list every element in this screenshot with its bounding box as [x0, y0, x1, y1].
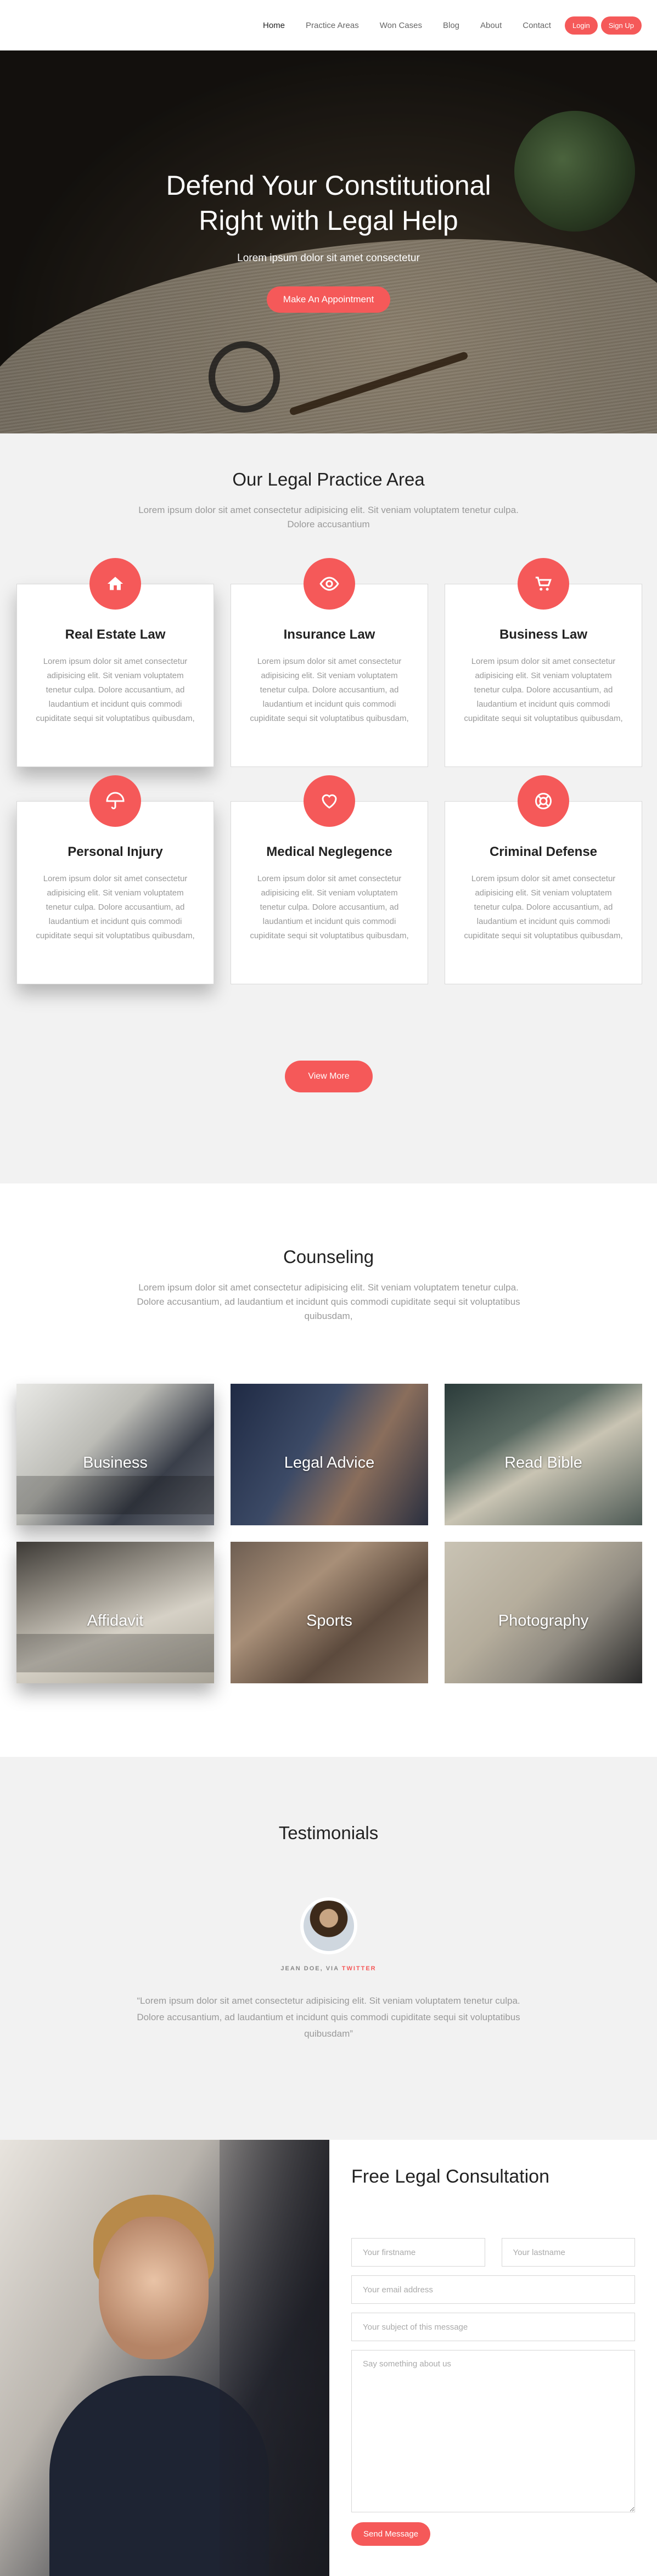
hero-subtitle: Lorem ipsum dolor sit amet consectetur: [237, 252, 420, 264]
name-row: [351, 2238, 635, 2267]
tile-affidavit[interactable]: Affidavit: [16, 1542, 214, 1683]
practice-description: Lorem ipsum dolor sit amet consectetur a…: [138, 505, 519, 529]
tile-label: Business: [83, 1453, 148, 1472]
author-source-link[interactable]: TWITTER: [342, 1965, 377, 1972]
umbrella-icon: [89, 775, 141, 827]
eye-icon: [304, 558, 355, 610]
card-title: Insurance Law: [283, 627, 375, 642]
card-text: Lorem ipsum dolor sit amet consectetur a…: [464, 874, 623, 940]
nav-won-cases[interactable]: Won Cases: [380, 21, 422, 30]
testimonial-author: JEAN DOE, VIA TWITTER: [0, 1965, 657, 1972]
tile-label: Photography: [498, 1611, 589, 1630]
consultation-photo: [0, 2140, 329, 2576]
consultation-section: Free Legal Consultation Send Message: [0, 2140, 657, 2576]
card-text: Lorem ipsum dolor sit amet consectetur a…: [464, 657, 623, 723]
nav-home[interactable]: Home: [263, 21, 285, 30]
card-title: Medical Neglegence: [266, 844, 392, 859]
avatar: [300, 1897, 357, 1954]
message-field[interactable]: [351, 2350, 635, 2512]
consultation-title: Free Legal Consultation: [351, 2166, 550, 2187]
tile-label: Read Bible: [504, 1453, 582, 1472]
nav-practice-areas[interactable]: Practice Areas: [306, 21, 359, 30]
card-text: Lorem ipsum dolor sit amet consectetur a…: [250, 874, 409, 940]
practice-card-real-estate[interactable]: Real Estate Law Lorem ipsum dolor sit am…: [16, 558, 214, 767]
hero-content: Defend Your Constitutional Right with Le…: [137, 168, 521, 313]
card-title: Real Estate Law: [65, 627, 166, 642]
practice-card-business[interactable]: Business Law Lorem ipsum dolor sit amet …: [445, 558, 642, 767]
nav-contact[interactable]: Contact: [523, 21, 551, 30]
hero-magnifier-image: [209, 341, 280, 413]
home-icon: [89, 558, 141, 610]
counseling-section: Counseling Lorem ipsum dolor sit amet co…: [0, 1183, 657, 1757]
signup-button[interactable]: Sign Up: [600, 16, 642, 35]
top-nav: Home Practice Areas Won Cases Blog About…: [0, 0, 657, 50]
counseling-title: Counseling: [283, 1247, 374, 1267]
hero-globe-image: [514, 111, 635, 232]
heart-icon: [304, 775, 355, 827]
card-title: Business Law: [499, 627, 588, 642]
login-button[interactable]: Login: [564, 16, 598, 35]
send-message-button[interactable]: Send Message: [351, 2522, 431, 2546]
tile-read-bible[interactable]: Read Bible: [445, 1384, 642, 1525]
lifebuoy-icon: [518, 775, 569, 827]
card-title: Criminal Defense: [489, 844, 598, 859]
tile-label: Affidavit: [87, 1611, 144, 1630]
card-text: Lorem ipsum dolor sit amet consectetur a…: [250, 657, 409, 723]
firstname-field[interactable]: [351, 2238, 485, 2267]
email-field[interactable]: [351, 2275, 635, 2304]
appointment-button[interactable]: Make An Appointment: [266, 286, 391, 313]
nav-about[interactable]: About: [480, 21, 502, 30]
testimonials-title: Testimonials: [278, 1823, 379, 1843]
author-name: JEAN DOE, VIA: [280, 1965, 339, 1972]
counseling-description: Lorem ipsum dolor sit amet consectetur a…: [137, 1282, 520, 1321]
practice-card-criminal[interactable]: Criminal Defense Lorem ipsum dolor sit a…: [445, 775, 642, 984]
hero-title: Defend Your Constitutional Right with Le…: [166, 170, 491, 236]
practice-card-personal-injury[interactable]: Personal Injury Lorem ipsum dolor sit am…: [16, 775, 214, 984]
tile-sports[interactable]: Sports: [231, 1542, 428, 1683]
tile-photography[interactable]: Photography: [445, 1542, 642, 1683]
practice-card-insurance[interactable]: Insurance Law Lorem ipsum dolor sit amet…: [231, 558, 428, 767]
subject-field[interactable]: [351, 2313, 635, 2341]
tile-business[interactable]: Business: [16, 1384, 214, 1525]
consultation-form: Free Legal Consultation Send Message: [329, 2140, 657, 2576]
testimonial-quote: “Lorem ipsum dolor sit amet consectetur …: [137, 1996, 520, 2039]
cart-icon: [518, 558, 569, 610]
practice-section: Our Legal Practice Area Lorem ipsum dolo…: [0, 433, 657, 1183]
tile-label: Sports: [306, 1611, 352, 1630]
card-text: Lorem ipsum dolor sit amet consectetur a…: [36, 874, 195, 940]
practice-title: Our Legal Practice Area: [232, 469, 425, 489]
tile-label: Legal Advice: [284, 1453, 375, 1472]
lastname-field[interactable]: [501, 2238, 635, 2267]
practice-card-medical[interactable]: Medical Neglegence Lorem ipsum dolor sit…: [231, 775, 428, 984]
card-title: Personal Injury: [68, 844, 163, 859]
tile-legal-advice[interactable]: Legal Advice: [231, 1384, 428, 1525]
view-more-button[interactable]: View More: [285, 1061, 373, 1092]
nav-blog[interactable]: Blog: [443, 21, 459, 30]
hero-section: Defend Your Constitutional Right with Le…: [0, 50, 657, 433]
card-text: Lorem ipsum dolor sit amet consectetur a…: [36, 657, 195, 723]
testimonials-section: Testimonials JEAN DOE, VIA TWITTER “Lore…: [0, 1757, 657, 2140]
